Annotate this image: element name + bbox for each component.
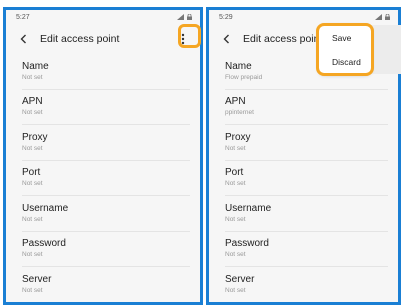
list-item-server[interactable]: Server Not set [225,267,388,302]
status-time: 5:27 [16,13,30,21]
item-value: Not set [22,144,43,152]
item-label: Proxy [225,131,251,143]
signal-icon [375,14,382,20]
item-value: Not set [22,109,43,117]
item-value: Not set [22,73,43,81]
highlight-overflow-menu [316,23,374,76]
item-label: Password [225,238,269,250]
item-label: APN [225,96,246,108]
menu-backdrop [371,25,401,74]
lock-icon [385,14,390,20]
item-value: Not set [225,251,246,259]
item-label: APN [22,96,43,108]
status-time: 5:29 [219,13,233,21]
list-item-username[interactable]: Username Not set [22,196,190,232]
list-item-port[interactable]: Port Not set [22,161,190,196]
item-value: Not set [22,180,43,188]
item-label: Port [225,167,244,179]
item-value: Not set [22,215,43,223]
page-title: Edit access point [40,33,120,45]
item-label: Username [22,202,69,214]
list-item-password[interactable]: Password Not set [22,232,190,267]
item-label: Name [22,60,49,72]
item-value: Not set [22,251,43,259]
phone-screen-left: 5:27 Edit access point Name Not set APN No… [3,7,203,305]
list-item-proxy[interactable]: Proxy Not set [22,125,190,161]
item-label: Proxy [22,131,48,143]
apn-settings-list: Name Not set APN Not set Proxy Not set Port… [6,54,200,302]
status-bar: 5:27 [6,10,200,24]
list-item-port[interactable]: Port Not set [225,161,388,196]
item-value: Not set [225,215,246,223]
list-item-proxy[interactable]: Proxy Not set [225,125,388,161]
item-label: Port [22,167,41,179]
highlight-more-options [178,24,201,48]
lock-icon [187,14,192,20]
arrow-back-icon[interactable] [18,33,30,45]
list-item-name[interactable]: Name Not set [22,54,190,90]
item-label: Server [225,274,255,286]
apn-settings-list: Name Flow prepaid APN ppinternet Proxy Not … [209,54,398,302]
item-value: Not set [225,144,246,152]
item-value: Not set [225,287,246,295]
list-item-apn[interactable]: APN Not set [22,90,190,125]
arrow-back-icon[interactable] [221,33,233,45]
list-item-apn[interactable]: APN ppinternet [225,90,388,125]
signal-icon [177,14,184,20]
item-label: Server [22,274,52,286]
list-item-password[interactable]: Password Not set [225,232,388,267]
item-label: Username [225,202,272,214]
app-bar: Edit access point [6,24,200,54]
item-label: Password [22,238,66,250]
item-value: ppinternet [225,109,254,117]
item-value: Not set [225,180,246,188]
status-bar: 5:29 [209,10,398,24]
list-item-username[interactable]: Username Not set [225,196,388,232]
item-value: Not set [22,287,43,295]
list-item-server[interactable]: Server Not set [22,267,190,302]
